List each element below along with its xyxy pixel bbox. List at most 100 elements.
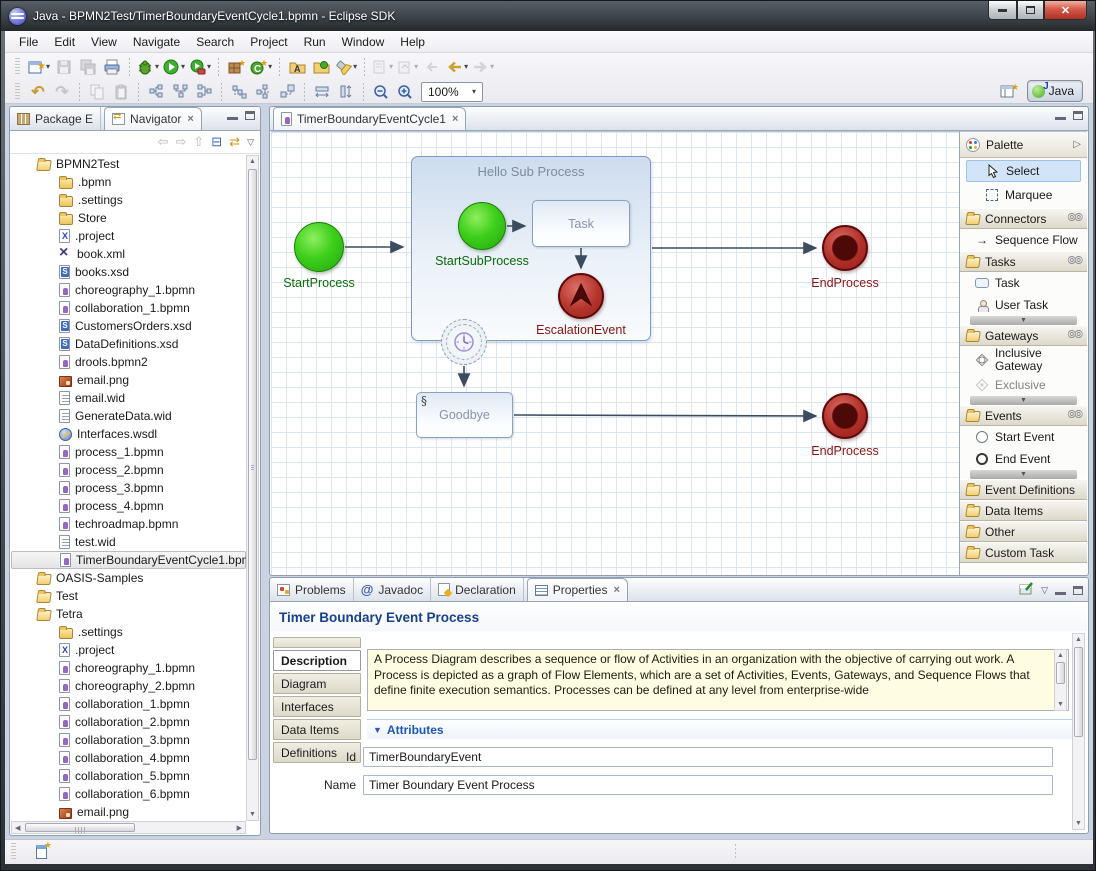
- bottom-maximize-icon[interactable]: [1073, 586, 1083, 595]
- pin-drawer-icon[interactable]: ⦾⦾: [1067, 255, 1081, 268]
- collapse-all-icon[interactable]: ⊟: [211, 134, 222, 150]
- tree-item[interactable]: book.xml: [11, 245, 246, 263]
- tree-item[interactable]: test.wid: [11, 533, 246, 551]
- palette-drawer-connectors[interactable]: Connectors⦾⦾: [960, 208, 1087, 229]
- tree-item[interactable]: process_3.bpmn: [11, 479, 246, 497]
- menu-edit[interactable]: Edit: [46, 33, 83, 51]
- back-disabled-icon[interactable]: [421, 56, 443, 78]
- tree-item[interactable]: collaboration_4.bpmn: [11, 749, 246, 767]
- align-right-button[interactable]: [193, 81, 215, 103]
- menu-project[interactable]: Project: [242, 33, 295, 51]
- side-tab-description[interactable]: Description: [273, 650, 361, 671]
- menu-help[interactable]: Help: [392, 33, 433, 51]
- subprocess-node[interactable]: Hello Sub Process: [411, 156, 651, 341]
- undo-button[interactable]: ↶: [27, 81, 49, 103]
- properties-scrollbar[interactable]: ▲ ▼: [1072, 633, 1085, 830]
- palette-item-start-event[interactable]: Start Event: [960, 426, 1087, 448]
- field-input-name[interactable]: Timer Boundary Event Process: [363, 775, 1053, 795]
- side-tab-data-items[interactable]: Data Items: [273, 719, 361, 740]
- tab-problems[interactable]: Problems: [270, 578, 354, 601]
- palette-collapse-icon[interactable]: ▷: [1073, 139, 1081, 150]
- back-button[interactable]: ▾: [445, 56, 469, 78]
- palette-item-inclusive-gateway[interactable]: Inclusive Gateway: [960, 346, 1087, 374]
- zoom-out-button[interactable]: [370, 81, 392, 103]
- tree-item[interactable]: GenerateData.wid: [11, 407, 246, 425]
- tree-item[interactable]: collaboration_2.bpmn: [11, 713, 246, 731]
- menu-search[interactable]: Search: [188, 33, 242, 51]
- palette-scroll-down-indicator[interactable]: ▼: [970, 316, 1077, 325]
- start-process-event[interactable]: [294, 222, 344, 272]
- last-edit-location-button[interactable]: ▾: [371, 56, 394, 78]
- palette-item-task[interactable]: Task: [960, 272, 1087, 294]
- view-tab-close-icon[interactable]: ×: [187, 113, 193, 125]
- tree-item[interactable]: .settings: [11, 623, 246, 641]
- view-tab-package-e[interactable]: Package E: [10, 107, 101, 130]
- tree-item[interactable]: .settings: [11, 191, 246, 209]
- tree-item[interactable]: TimerBoundaryEventCycle1.bpmn: [11, 551, 246, 569]
- tree-item[interactable]: techroadmap.bpmn: [11, 515, 246, 533]
- save-button[interactable]: [53, 56, 75, 78]
- side-tab-interfaces[interactable]: Interfaces: [273, 696, 361, 717]
- tree-item[interactable]: process_2.bpmn: [11, 461, 246, 479]
- open-resource-button[interactable]: [310, 56, 332, 78]
- tree-item[interactable]: choreography_1.bpmn: [11, 281, 246, 299]
- goodbye-task-node[interactable]: § Goodbye: [416, 392, 513, 438]
- tree-item[interactable]: .bpmn: [11, 173, 246, 191]
- tree-item[interactable]: Tetra: [11, 605, 246, 623]
- diagram-canvas[interactable]: Hello Sub Process Task § Goodbye: [271, 131, 961, 575]
- forward-icon[interactable]: ⇨: [175, 134, 186, 150]
- back-icon[interactable]: ⇦: [158, 134, 169, 150]
- zoom-level-select[interactable]: 100%▾: [421, 82, 483, 102]
- tree-item[interactable]: collaboration_5.bpmn: [11, 767, 246, 785]
- tree-horizontal-scrollbar[interactable]: ◀ ▶: [11, 821, 246, 834]
- tree-item[interactable]: .project: [11, 227, 246, 245]
- link-with-editor-icon[interactable]: ⇄: [229, 134, 240, 150]
- tab-properties[interactable]: Properties×: [527, 578, 628, 601]
- open-type-button[interactable]: A: [286, 56, 308, 78]
- debug-button[interactable]: ▾: [136, 56, 160, 78]
- tree-item[interactable]: drools.bpmn2: [11, 353, 246, 371]
- copy-button[interactable]: [86, 81, 108, 103]
- view-maximize-icon[interactable]: [245, 111, 255, 120]
- palette-item-end-event[interactable]: End Event: [960, 448, 1087, 470]
- palette-item-exclusive[interactable]: Exclusive: [960, 374, 1087, 396]
- palette-drawer-custom-task[interactable]: Custom Task: [960, 542, 1087, 563]
- tree-item[interactable]: collaboration_1.bpmn: [11, 695, 246, 713]
- palette-drawer-data-items[interactable]: Data Items: [960, 500, 1087, 521]
- task-node[interactable]: Task: [532, 200, 630, 247]
- tree-item[interactable]: BPMN2Test: [11, 155, 246, 173]
- tree-item[interactable]: email.png: [11, 803, 246, 821]
- palette-tool-select[interactable]: Select: [966, 160, 1081, 182]
- title-bar[interactable]: Java - BPMN2Test/TimerBoundaryEventCycle…: [1, 1, 1095, 31]
- menu-window[interactable]: Window: [334, 33, 393, 51]
- palette-drawer-tasks[interactable]: Tasks⦾⦾: [960, 251, 1087, 272]
- view-minimize-icon[interactable]: [227, 117, 238, 120]
- editor-tab-close-icon[interactable]: ×: [452, 113, 458, 125]
- editor-tab[interactable]: TimerBoundaryEventCycle1 ×: [273, 107, 466, 130]
- start-subprocess-event[interactable]: [458, 202, 506, 250]
- palette-item-sequence-flow[interactable]: →Sequence Flow: [960, 229, 1087, 251]
- save-all-button[interactable]: [77, 56, 99, 78]
- print-button[interactable]: [101, 56, 123, 78]
- tree-item[interactable]: choreography_1.bpmn: [11, 659, 246, 677]
- run-button[interactable]: ▾: [162, 56, 186, 78]
- maximize-button[interactable]: [1017, 1, 1044, 20]
- escalation-event[interactable]: [558, 273, 604, 319]
- field-input-id[interactable]: TimerBoundaryEvent: [363, 747, 1053, 767]
- new-wizard-button[interactable]: ★▾: [27, 56, 51, 78]
- paste-button[interactable]: [110, 81, 132, 103]
- end-process-event-top[interactable]: [822, 225, 868, 271]
- menu-file[interactable]: File: [11, 33, 46, 51]
- timer-boundary-event[interactable]: [441, 319, 487, 365]
- fast-view-icon[interactable]: [36, 845, 47, 859]
- tab-javadoc[interactable]: @Javadoc: [354, 578, 431, 601]
- next-annotation-button[interactable]: ▾: [396, 56, 419, 78]
- tree-item[interactable]: Test: [11, 587, 246, 605]
- editor-minimize-icon[interactable]: [1055, 117, 1066, 120]
- open-perspective-button[interactable]: ★: [998, 80, 1020, 102]
- zoom-in-button[interactable]: [394, 81, 416, 103]
- palette-header[interactable]: Palette ▷: [960, 132, 1087, 158]
- description-scrollbar[interactable]: ▲ ▼: [1054, 649, 1067, 711]
- menu-navigate[interactable]: Navigate: [125, 33, 188, 51]
- close-button[interactable]: ✕: [1044, 1, 1087, 20]
